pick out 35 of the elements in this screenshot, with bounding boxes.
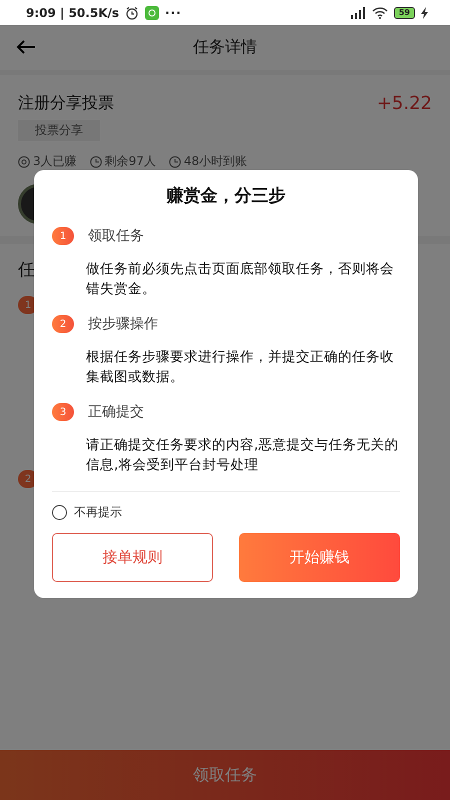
alarm-icon	[125, 6, 140, 20]
start-button[interactable]: 开始赚钱	[239, 533, 400, 582]
section-title: 任	[18, 259, 35, 281]
stat-text: 48小时到账	[184, 153, 248, 170]
dont-remind-checkbox[interactable]	[52, 505, 67, 520]
dialog-title: 赚赏金，分三步	[166, 185, 286, 207]
step-description: 请正确提交任务要求的内容,恶意提交与任务无关的信息,将会受到平台封号处理	[86, 436, 400, 475]
clock-icon	[168, 156, 181, 168]
step-title: 按步骤操作	[88, 315, 158, 333]
step-title: 正确提交	[88, 403, 144, 421]
step-number-badge: 2	[52, 315, 74, 333]
task-title: 注册分享投票	[18, 93, 114, 114]
rules-button[interactable]: 接单规则	[52, 533, 213, 582]
step-number-badge: 1	[52, 227, 74, 245]
battery-indicator: 59	[394, 6, 415, 18]
page-title: 任务详情	[193, 37, 257, 58]
charging-icon	[421, 6, 428, 18]
step-description: 做任务前必须先点击页面底部领取任务，否则将会错失赏金。	[86, 260, 395, 299]
task-tag: 投票分享	[18, 120, 100, 141]
back-arrow-icon[interactable]	[16, 40, 36, 54]
stat-text: 3人已赚	[33, 153, 77, 170]
task-reward: +5.22	[376, 93, 432, 114]
eye-icon	[18, 156, 30, 168]
step-description: 根据任务步骤要求进行操作，并提交正确的任务收集截图或数据。	[86, 348, 395, 387]
clock-icon	[90, 156, 102, 168]
step-title: 领取任务	[88, 227, 144, 245]
more-notifications: ···	[165, 6, 182, 20]
step-number-badge: 3	[52, 403, 74, 421]
status-time: 9:09 | 50.5K/s	[26, 6, 120, 20]
app-icon	[145, 6, 160, 20]
stat-text: 剩余97人	[104, 153, 156, 170]
checkbox-label: 不再提示	[74, 504, 122, 521]
claim-task-button[interactable]: 领取任务	[0, 750, 450, 800]
signal-icon	[350, 6, 366, 18]
wifi-icon	[372, 6, 388, 18]
